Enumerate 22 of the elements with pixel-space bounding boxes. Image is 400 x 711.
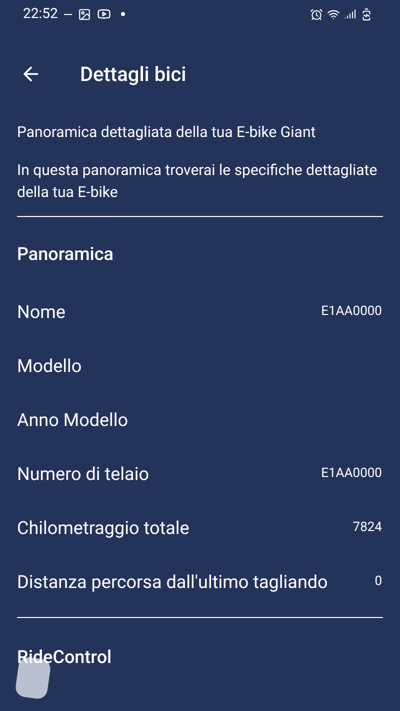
detail-value: E1AA0000 — [321, 465, 383, 484]
section-heading: RideControl — [17, 646, 113, 670]
alarm-icon — [310, 8, 323, 20]
page-title: Dettagli bici — [80, 61, 186, 88]
description: In questa panoramica troverai le specifiche dettagliate della tua E-bike — [17, 160, 378, 203]
battery-icon — [360, 8, 373, 20]
status-time: 22:52 — [23, 4, 58, 24]
signal-icon — [344, 8, 356, 20]
detail-value: 7824 — [352, 519, 383, 538]
detail-label: Anno Modello — [17, 408, 128, 432]
detail-label: Modello — [17, 354, 82, 378]
detail-label: Numero di telaio — [17, 462, 149, 486]
play-icon — [96, 7, 111, 21]
wifi-icon — [327, 8, 340, 20]
section-heading: Panoramica — [17, 243, 114, 267]
detail-label: Nome — [17, 300, 66, 324]
detail-label: Chilometraggio totale — [17, 516, 190, 540]
detail-value: 0 — [374, 573, 383, 592]
detail-value: E1AA0000 — [321, 303, 383, 322]
detail-label: Distanza percorsa dall'ultimo tagliando — [17, 570, 328, 594]
subtitle: Panoramica dettagliata della tua E-bike Giant — [17, 122, 317, 142]
image-icon — [78, 8, 91, 20]
